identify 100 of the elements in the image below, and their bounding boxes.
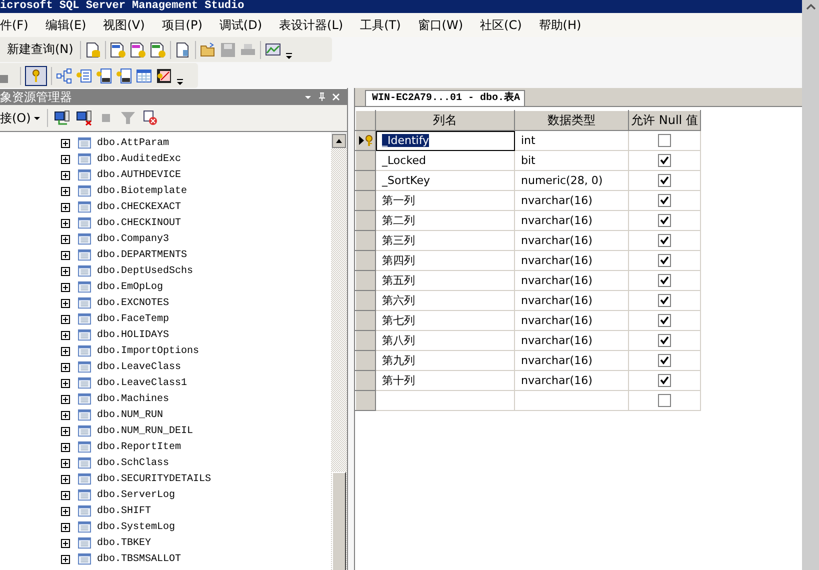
- tree-item[interactable]: dbo.FaceTemp: [97, 314, 170, 324]
- expand-icon[interactable]: [61, 250, 70, 260]
- tree-item[interactable]: dbo.AttParam: [97, 138, 170, 148]
- menu-item[interactable]: 件(F): [0, 16, 28, 34]
- expand-icon[interactable]: [61, 378, 70, 388]
- close-icon[interactable]: [331, 92, 341, 102]
- expand-icon[interactable]: [61, 330, 70, 340]
- allow-null-checkbox[interactable]: [658, 174, 671, 188]
- expand-icon[interactable]: [61, 186, 70, 196]
- expand-icon[interactable]: [61, 442, 70, 452]
- expand-icon[interactable]: [61, 314, 70, 324]
- allow-null-checkbox[interactable]: [658, 194, 671, 208]
- menu-item[interactable]: 项目(P): [162, 16, 202, 34]
- tree-item[interactable]: dbo.AuditedExc: [97, 154, 182, 164]
- scroll-bar[interactable]: [331, 132, 347, 570]
- expand-icon[interactable]: [61, 522, 70, 532]
- tree-item[interactable]: dbo.ServerLog: [97, 490, 176, 500]
- allow-null-checkbox[interactable]: [658, 354, 671, 368]
- scroll-thumb[interactable]: [332, 472, 346, 570]
- table-icon[interactable]: [136, 68, 152, 84]
- chart-icon[interactable]: [265, 42, 282, 58]
- relationships-icon[interactable]: [56, 68, 72, 84]
- menu-item[interactable]: 社区(C): [480, 16, 522, 34]
- expand-icon[interactable]: [61, 170, 70, 180]
- menu-item[interactable]: 工具(T): [360, 16, 401, 34]
- database-document-icon[interactable]: [85, 42, 102, 58]
- tree-item[interactable]: dbo.CHECKINOUT: [97, 218, 182, 228]
- expand-icon[interactable]: [61, 282, 70, 292]
- expand-icon[interactable]: [61, 538, 70, 548]
- xml-indexes-icon[interactable]: [116, 68, 132, 84]
- expand-icon[interactable]: [61, 490, 70, 500]
- open-folder-icon[interactable]: [200, 42, 216, 58]
- allow-null-checkbox[interactable]: [658, 254, 671, 268]
- allow-null-checkbox[interactable]: [658, 394, 671, 408]
- allow-null-checkbox[interactable]: [658, 334, 671, 348]
- tree-item[interactable]: dbo.ReportItem: [97, 442, 182, 452]
- column-name-cell[interactable]: 第九列: [382, 354, 415, 367]
- column-name-cell[interactable]: 第十列: [382, 374, 415, 387]
- allow-null-checkbox[interactable]: [658, 234, 671, 248]
- column-name-cell[interactable]: 第七列: [382, 314, 415, 327]
- tree-item[interactable]: dbo.HOLIDAYS: [97, 330, 170, 340]
- data-type-cell[interactable]: bit: [521, 154, 536, 167]
- tree-item[interactable]: dbo.SHIFT: [97, 506, 152, 516]
- tree-item[interactable]: dbo.LeaveClass: [97, 362, 182, 372]
- tree-item[interactable]: dbo.EmOpLog: [97, 282, 164, 292]
- menu-item[interactable]: 编辑(E): [45, 16, 86, 34]
- tree-item[interactable]: dbo.TBKEY: [97, 538, 152, 548]
- menu-item[interactable]: 表设计器(L): [279, 16, 344, 34]
- document-icon[interactable]: [175, 42, 192, 58]
- column-header[interactable]: 列名: [376, 110, 514, 130]
- expand-icon[interactable]: [61, 426, 70, 436]
- tree-item[interactable]: dbo.SystemLog: [97, 522, 176, 532]
- tree-item[interactable]: dbo.SECURITYDETAILS: [97, 474, 212, 484]
- column-header[interactable]: 数据类型: [514, 110, 628, 130]
- tree-item[interactable]: dbo.Company3: [97, 234, 170, 244]
- menu-item[interactable]: 调试(D): [219, 16, 262, 34]
- expand-icon[interactable]: [61, 346, 70, 356]
- expand-icon[interactable]: [61, 362, 70, 372]
- indexes-icon[interactable]: [76, 68, 92, 84]
- column-name-cell[interactable]: 第二列: [382, 214, 415, 227]
- expand-icon[interactable]: [61, 394, 70, 404]
- data-type-cell[interactable]: int: [521, 134, 536, 147]
- page-scroll-bar[interactable]: [802, 0, 819, 570]
- tree-item[interactable]: dbo.CHECKEXACT: [97, 202, 182, 212]
- check-constraints-icon[interactable]: [96, 68, 112, 84]
- menu-item[interactable]: 帮助(H): [538, 16, 582, 34]
- column-name-cell[interactable]: 第五列: [382, 274, 415, 287]
- expand-icon[interactable]: [61, 474, 70, 484]
- scroll-up-icon[interactable]: [332, 134, 346, 148]
- xmla-document-icon[interactable]: [150, 42, 166, 58]
- menu-item[interactable]: 窗口(W): [418, 16, 464, 34]
- allow-null-checkbox[interactable]: [658, 134, 671, 148]
- expand-icon[interactable]: [61, 234, 70, 244]
- tree-item[interactable]: dbo.LeaveClass1: [97, 378, 188, 388]
- expand-icon[interactable]: [61, 298, 70, 308]
- tree-item[interactable]: dbo.Biotemplate: [97, 186, 188, 196]
- expand-icon[interactable]: [61, 410, 70, 420]
- expand-icon[interactable]: [61, 202, 70, 212]
- expand-icon[interactable]: [61, 218, 70, 228]
- menu-item[interactable]: 视图(V): [103, 16, 145, 34]
- allow-null-checkbox[interactable]: [658, 314, 671, 328]
- expand-icon[interactable]: [61, 266, 70, 276]
- row-header[interactable]: [356, 130, 376, 150]
- allow-null-checkbox[interactable]: [658, 374, 671, 388]
- allow-null-checkbox[interactable]: [658, 294, 671, 308]
- new-query-button[interactable]: 新建查询(N): [0, 39, 76, 60]
- primary-key-button[interactable]: [25, 66, 47, 86]
- expand-icon[interactable]: [61, 138, 70, 148]
- document-tab[interactable]: WIN-EC2A79...01 - dbo.表A: [365, 90, 526, 106]
- connect-button[interactable]: 接(O): [0, 110, 31, 126]
- tree-item[interactable]: dbo.DeptUsedSchs: [97, 266, 194, 276]
- expand-icon[interactable]: [61, 154, 70, 164]
- column-name-cell[interactable]: 第八列: [382, 334, 415, 347]
- tree-item[interactable]: dbo.SchClass: [97, 458, 170, 468]
- mdx-document-icon[interactable]: [110, 42, 126, 58]
- column-header[interactable]: 允许 Null 值: [628, 110, 700, 130]
- column-name-cell[interactable]: 第四列: [382, 254, 415, 267]
- column-name-cell[interactable]: 第六列: [382, 294, 415, 307]
- allow-null-checkbox[interactable]: [658, 214, 671, 228]
- connect-server-icon[interactable]: [54, 110, 70, 126]
